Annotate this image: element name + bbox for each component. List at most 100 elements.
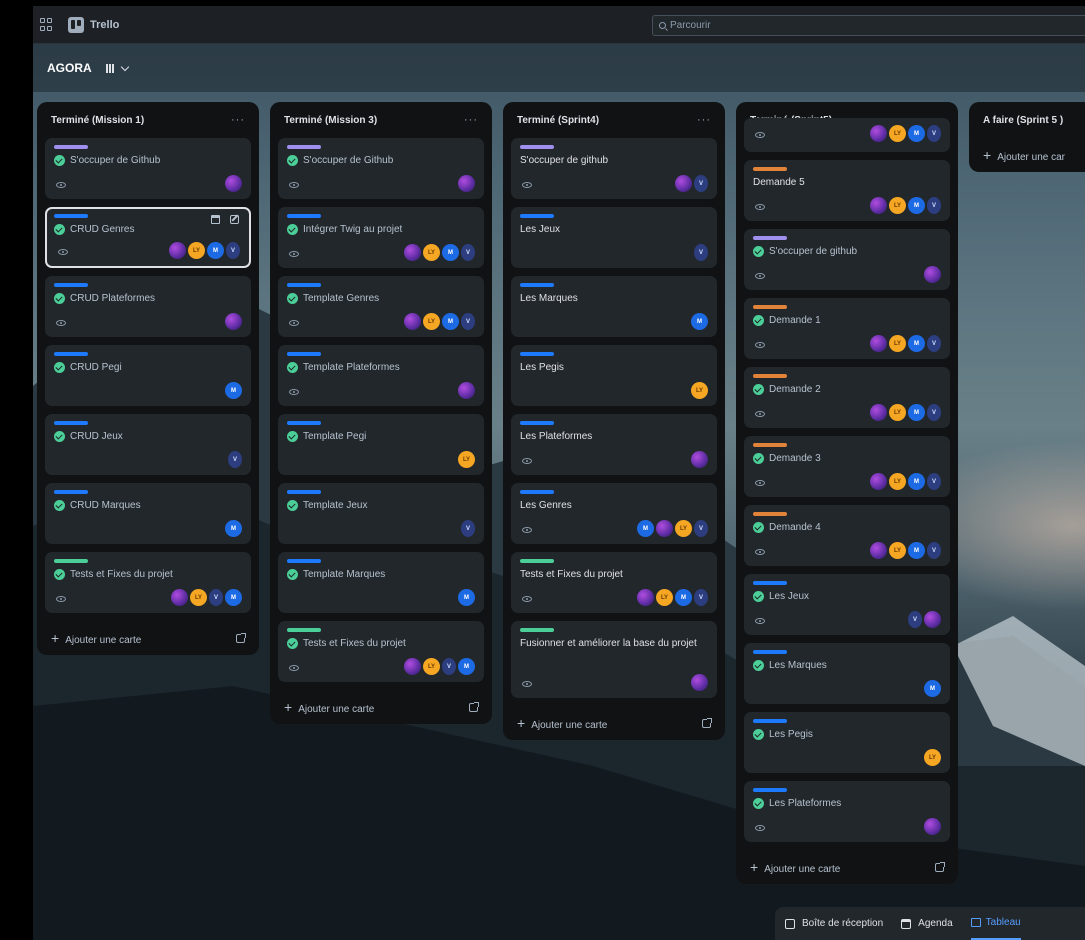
card[interactable]: Demande 5 LY M V	[744, 160, 950, 221]
checkmark-icon[interactable]	[287, 431, 298, 442]
search-input[interactable]: Parcourir	[652, 15, 1085, 36]
member-avatar[interactable]: V	[927, 404, 941, 421]
checkmark-icon[interactable]	[753, 246, 764, 257]
member-avatar[interactable]: V	[442, 658, 456, 675]
member-avatar[interactable]: LY	[188, 242, 205, 259]
card[interactable]: LY M V	[744, 118, 950, 152]
card[interactable]: Template Genres LY M V	[278, 276, 484, 337]
checkmark-icon[interactable]	[753, 453, 764, 464]
card[interactable]: CRUD Genres LY M V	[45, 207, 251, 268]
card-label[interactable]	[287, 628, 321, 632]
card[interactable]: Les Plateformes	[744, 781, 950, 842]
add-card-button[interactable]: + Ajouter une carte	[511, 706, 717, 740]
member-avatar[interactable]: LY	[675, 520, 692, 537]
nav-agenda[interactable]: Agenda	[901, 907, 953, 940]
create-from-template-icon[interactable]	[469, 701, 479, 712]
member-avatar[interactable]: V	[226, 242, 240, 259]
checkmark-icon[interactable]	[753, 798, 764, 809]
card[interactable]: Les Jeux V	[744, 574, 950, 635]
trello-logo[interactable]: Trello	[68, 16, 119, 33]
card-label[interactable]	[520, 421, 554, 425]
member-avatar[interactable]: V	[908, 611, 922, 628]
archive-icon[interactable]	[211, 215, 220, 224]
checkmark-icon[interactable]	[753, 660, 764, 671]
card[interactable]: Demande 2 LY M V	[744, 367, 950, 428]
edit-icon[interactable]	[230, 215, 239, 224]
card[interactable]: Les Marques M	[511, 276, 717, 337]
card[interactable]: Template Pegi LY	[278, 414, 484, 475]
member-avatar[interactable]: LY	[889, 542, 906, 559]
checkmark-icon[interactable]	[753, 384, 764, 395]
member-avatar[interactable]: M	[908, 404, 925, 421]
card-label[interactable]	[287, 214, 321, 218]
card-label[interactable]	[520, 628, 554, 632]
member-avatar[interactable]: LY	[889, 404, 906, 421]
member-avatar[interactable]: M	[691, 313, 708, 330]
member-avatar[interactable]: M	[458, 658, 475, 675]
member-avatar[interactable]: V	[228, 451, 242, 468]
list-title[interactable]: A faire (Sprint 5 )	[983, 115, 1063, 126]
checkmark-icon[interactable]	[287, 569, 298, 580]
card-label[interactable]	[753, 512, 787, 516]
card[interactable]: Les Pegis LY	[511, 345, 717, 406]
card-label[interactable]	[287, 145, 321, 149]
member-avatar-photo[interactable]	[637, 589, 654, 606]
member-avatar[interactable]: V	[927, 335, 941, 352]
app-switcher-icon[interactable]	[40, 17, 54, 32]
member-avatar-photo[interactable]	[675, 175, 692, 192]
member-avatar[interactable]: V	[927, 473, 941, 490]
card[interactable]: Fusionner et améliorer la base du projet	[511, 621, 717, 698]
member-avatar-photo[interactable]	[656, 520, 673, 537]
member-avatar-photo[interactable]	[691, 451, 708, 468]
member-avatar-photo[interactable]	[924, 266, 941, 283]
add-card-button[interactable]: + Ajouter une car	[977, 138, 1085, 172]
card[interactable]: S'occuper de github	[744, 229, 950, 290]
card[interactable]: Demande 3 LY M V	[744, 436, 950, 497]
member-avatar[interactable]: LY	[889, 335, 906, 352]
checkmark-icon[interactable]	[287, 362, 298, 373]
card[interactable]: CRUD Pegi M	[45, 345, 251, 406]
card-label[interactable]	[753, 374, 787, 378]
member-avatar-photo[interactable]	[404, 244, 421, 261]
card-label[interactable]	[753, 236, 787, 240]
member-avatar-photo[interactable]	[458, 175, 475, 192]
more-options-icon[interactable]: ···	[231, 114, 245, 126]
card-label[interactable]	[287, 490, 321, 494]
card-label[interactable]	[54, 559, 88, 563]
list-title[interactable]: Terminé (Sprint4)	[517, 115, 599, 126]
checkmark-icon[interactable]	[753, 591, 764, 602]
member-avatar[interactable]: LY	[924, 749, 941, 766]
add-card-button[interactable]: + Ajouter une carte	[45, 621, 251, 655]
card-label[interactable]	[753, 581, 787, 585]
member-avatar[interactable]: LY	[423, 244, 440, 261]
card[interactable]: Les Plateformes	[511, 414, 717, 475]
card-label[interactable]	[753, 650, 787, 654]
member-avatar-photo[interactable]	[225, 175, 242, 192]
card[interactable]: S'occuper de github V	[511, 138, 717, 199]
card[interactable]: Tests et Fixes du projet LY V M	[45, 552, 251, 613]
card-label[interactable]	[520, 352, 554, 356]
member-avatar[interactable]: V	[461, 244, 475, 261]
member-avatar[interactable]: LY	[190, 589, 207, 606]
checkmark-icon[interactable]	[287, 293, 298, 304]
board-title[interactable]: AGORA	[47, 61, 92, 75]
card-label[interactable]	[520, 145, 554, 149]
checkmark-icon[interactable]	[287, 638, 298, 649]
card[interactable]: Intégrer Twig au projet LY M V	[278, 207, 484, 268]
checkmark-icon[interactable]	[54, 431, 65, 442]
card[interactable]: CRUD Marques M	[45, 483, 251, 544]
checkmark-icon[interactable]	[753, 729, 764, 740]
card-label[interactable]	[520, 490, 554, 494]
card-label[interactable]	[54, 352, 88, 356]
checkmark-icon[interactable]	[287, 224, 298, 235]
checkmark-icon[interactable]	[54, 224, 65, 235]
member-avatar[interactable]: V	[694, 244, 708, 261]
member-avatar[interactable]: V	[209, 589, 223, 606]
card[interactable]: CRUD Plateformes	[45, 276, 251, 337]
member-avatar-photo[interactable]	[870, 197, 887, 214]
card[interactable]: Template Plateformes	[278, 345, 484, 406]
add-card-button[interactable]: + Ajouter une carte	[278, 690, 484, 724]
member-avatar[interactable]: M	[675, 589, 692, 606]
member-avatar[interactable]: V	[927, 542, 941, 559]
member-avatar[interactable]: M	[908, 125, 925, 142]
